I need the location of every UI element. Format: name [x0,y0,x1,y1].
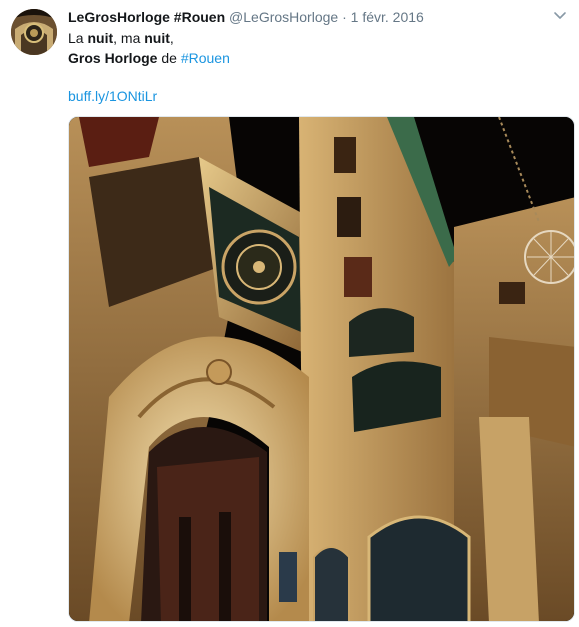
tweet-photo[interactable] [68,116,575,622]
separator-dot: · [342,9,347,25]
text-segment: , ma [113,30,145,46]
chevron-down-icon[interactable] [551,6,569,24]
author-name[interactable]: LeGrosHorloge #Rouen [68,9,225,25]
author-handle[interactable]: @LeGrosHorloge [229,9,338,25]
tweet-header: LeGrosHorloge #Rouen @LeGrosHorloge · 1 … [68,8,424,26]
tweet-date[interactable]: 1 févr. 2016 [351,9,424,25]
avatar[interactable] [11,9,57,55]
tweet-text: La nuit, ma nuit, Gros Horloge de #Rouen [68,28,230,68]
text-segment: La [68,30,88,46]
tweet-text-line-2: Gros Horloge de #Rouen [68,48,230,68]
text-segment: , [169,30,174,46]
tweet-link[interactable]: buff.ly/1ONtiLr [68,86,157,106]
text-bold: Gros Horloge [68,50,158,66]
tweet-text-line-1: La nuit, ma nuit, [68,28,230,48]
text-bold: nuit [87,30,114,46]
text-bold: nuit [144,30,170,46]
hashtag-link[interactable]: #Rouen [181,50,230,66]
text-segment: de [157,50,181,66]
